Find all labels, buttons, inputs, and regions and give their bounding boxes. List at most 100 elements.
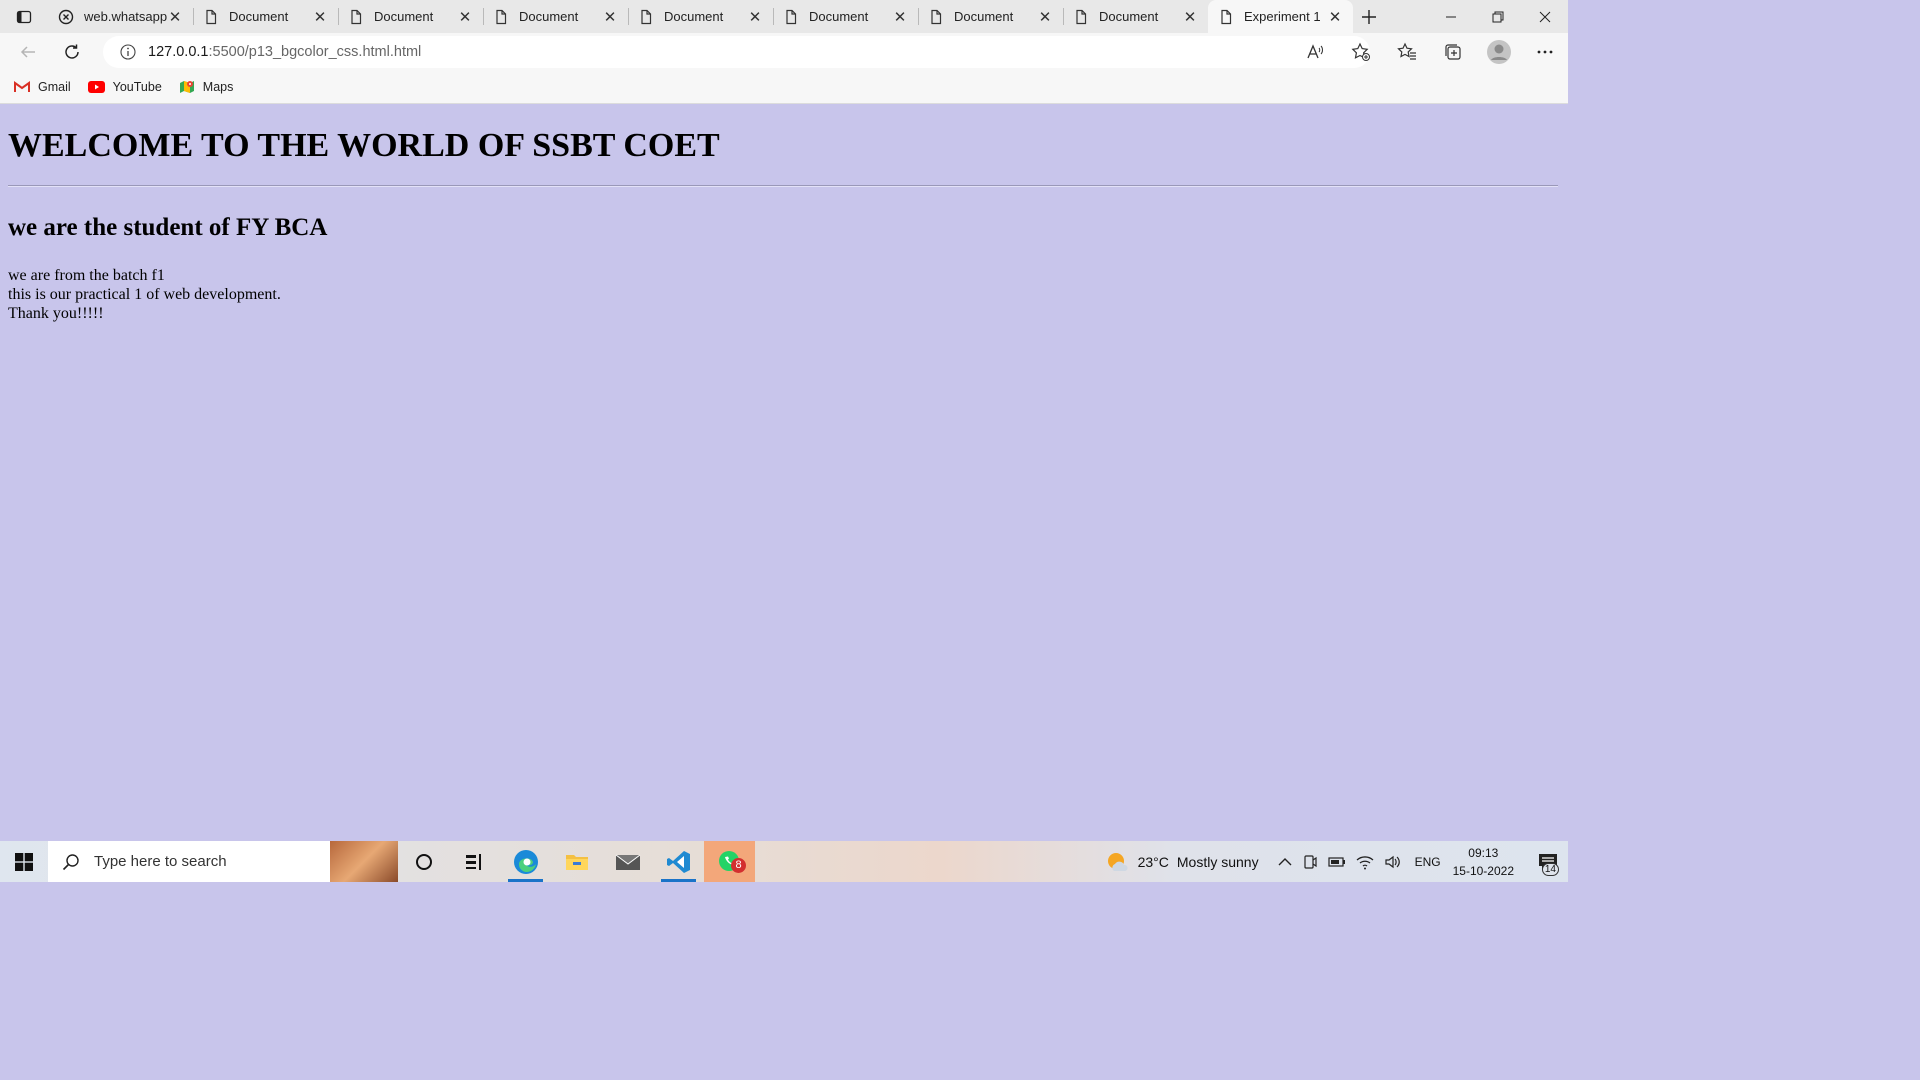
gmail-icon [14, 81, 30, 92]
tab-title: Document [809, 9, 869, 24]
close-icon[interactable]: ✕ [1327, 9, 1343, 26]
meet-now-icon [1303, 854, 1317, 869]
url-text[interactable]: 127.0.0.1:5500/p13_bgcolor_css.html.html [148, 44, 421, 60]
volume-icon[interactable] [1384, 854, 1402, 870]
taskbar-whatsapp[interactable]: 8 [704, 841, 755, 882]
system-tray: 23°C Mostly sunny ENG 09:13 15-10-2022 1… [1106, 841, 1568, 882]
restore-icon [1492, 11, 1503, 22]
read-aloud-button[interactable] [1292, 33, 1338, 71]
favorites-icon [1397, 42, 1416, 60]
bookmark-youtube[interactable]: YouTube [87, 80, 162, 94]
close-icon[interactable]: ✕ [167, 9, 183, 26]
minimize-icon [1445, 16, 1456, 17]
tab-title: Experiment 1 [1244, 9, 1321, 24]
show-hidden-icons-button[interactable] [1278, 857, 1292, 867]
wifi-icon[interactable] [1356, 854, 1374, 870]
url-path: :5500/p13_bgcolor_css.html.html [208, 44, 422, 60]
taskbar-search[interactable]: Type here to search [48, 841, 398, 882]
whatsapp-icon [58, 9, 74, 24]
paragraph-line: Thank you!!!!! [8, 305, 104, 322]
tab-document[interactable]: Document ✕ [918, 0, 1063, 33]
task-view-icon [465, 853, 481, 870]
back-button[interactable] [6, 33, 50, 71]
vscode-icon [666, 850, 690, 873]
address-toolbar: 127.0.0.1:5500/p13_bgcolor_css.html.html [0, 33, 1568, 71]
back-arrow-icon [20, 46, 35, 58]
info-icon[interactable] [120, 44, 136, 60]
settings-menu-button[interactable] [1522, 33, 1568, 71]
bookmark-label: YouTube [112, 80, 162, 94]
close-icon[interactable]: ✕ [1182, 9, 1198, 26]
tab-title: web.whatsapp [84, 9, 167, 24]
clock-time: 09:13 [1468, 845, 1499, 860]
page-icon [351, 9, 362, 24]
chevron-up-icon [1278, 857, 1292, 865]
tab-experiment-1[interactable]: Experiment 1 ✕ [1208, 0, 1353, 33]
notification-count: 14 [1541, 863, 1559, 876]
taskbar-file-explorer[interactable] [551, 841, 602, 882]
page-subheading: we are the student of FY BCA [8, 214, 328, 241]
taskbar-edge[interactable] [500, 841, 551, 882]
notification-badge: 8 [731, 858, 746, 873]
tab-whatsapp[interactable]: web.whatsapp ✕ [48, 0, 193, 33]
clock[interactable]: 09:13 15-10-2022 [1453, 844, 1514, 880]
tab-document[interactable]: Document ✕ [483, 0, 628, 33]
close-icon[interactable]: ✕ [1037, 9, 1053, 26]
address-bar[interactable]: 127.0.0.1:5500/p13_bgcolor_css.html.html [103, 36, 1370, 68]
toolbar-icons [1292, 33, 1568, 71]
favorites-button[interactable] [1384, 33, 1430, 71]
new-tab-button[interactable] [1353, 0, 1385, 33]
avatar [1487, 40, 1511, 64]
taskbar-mail[interactable] [602, 841, 653, 882]
task-view-button[interactable] [449, 841, 500, 882]
tab-actions-button[interactable] [0, 0, 48, 33]
start-button[interactable] [0, 841, 48, 882]
tab-document[interactable]: Document ✕ [773, 0, 918, 33]
close-icon[interactable]: ✕ [312, 9, 328, 26]
page-icon [786, 9, 797, 24]
tab-document[interactable]: Document ✕ [193, 0, 338, 33]
read-aloud-icon [1307, 44, 1323, 59]
refresh-button[interactable] [50, 33, 94, 71]
close-icon[interactable]: ✕ [602, 9, 618, 26]
folder-icon [565, 854, 588, 870]
tab-document[interactable]: Document ✕ [1063, 0, 1208, 33]
add-favorite-button[interactable] [1338, 33, 1384, 71]
weather-widget[interactable]: 23°C Mostly sunny [1106, 851, 1259, 873]
minimize-button[interactable] [1427, 0, 1474, 33]
page-icon [641, 9, 652, 24]
youtube-icon [87, 81, 105, 93]
cortana-button[interactable] [398, 841, 449, 882]
bookmark-label: Maps [202, 80, 234, 94]
collections-button[interactable] [1430, 33, 1476, 71]
notification-center-button[interactable]: 14 [1528, 841, 1568, 882]
bookmark-gmail[interactable]: Gmail [14, 80, 71, 94]
horizontal-rule [8, 185, 1558, 187]
paragraph-line: we are from the batch f1 [8, 267, 165, 284]
tab-title: Document [374, 9, 434, 24]
paragraph-line: this is our practical 1 of web developme… [8, 286, 281, 303]
tab-document[interactable]: Document ✕ [628, 0, 773, 33]
language-indicator[interactable]: ENG [1415, 855, 1441, 869]
close-window-button[interactable] [1521, 0, 1568, 33]
edge-icon [513, 849, 538, 874]
taskbar-vscode[interactable] [653, 841, 704, 882]
profile-button[interactable] [1476, 33, 1522, 71]
search-placeholder: Type here to search [94, 853, 227, 870]
restore-button[interactable] [1474, 0, 1521, 33]
weather-sun-cloud-icon [1107, 852, 1128, 871]
bookmark-label: Gmail [38, 80, 71, 94]
close-icon[interactable]: ✕ [457, 9, 473, 26]
page-heading: WELCOME TO THE WORLD OF SSBT COET [8, 127, 720, 164]
tab-title: Document [664, 9, 724, 24]
meet-now-icon[interactable] [1302, 854, 1318, 870]
bookmark-maps[interactable]: Maps [179, 79, 234, 95]
close-icon[interactable]: ✕ [892, 9, 908, 26]
window-controls [1427, 0, 1568, 33]
mail-icon [615, 854, 640, 870]
maps-icon [179, 81, 194, 93]
refresh-icon [65, 44, 79, 59]
close-icon[interactable]: ✕ [747, 9, 763, 26]
tab-document[interactable]: Document ✕ [338, 0, 483, 33]
battery-icon[interactable] [1327, 856, 1346, 868]
